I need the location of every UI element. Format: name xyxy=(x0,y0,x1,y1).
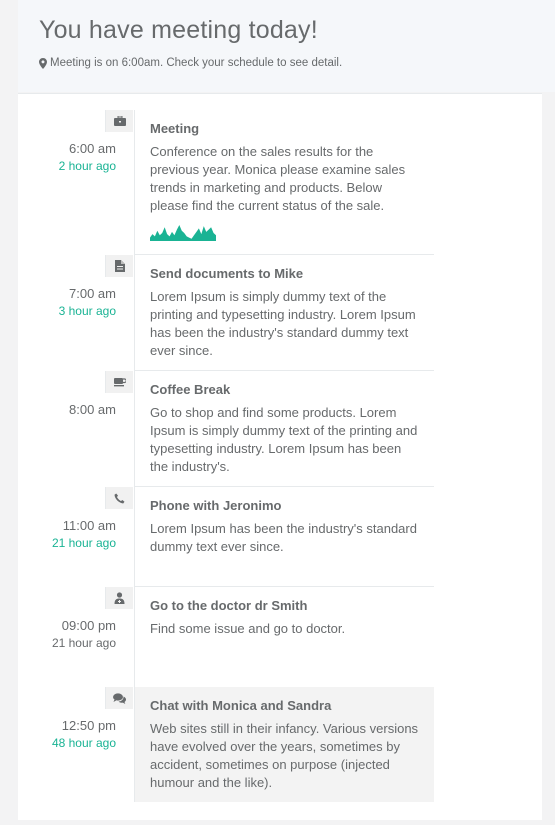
timeline-text: Lorem Ipsum is simply dummy text of the … xyxy=(150,289,416,358)
timeline-icon-box xyxy=(105,255,133,277)
time-label: 8:00 am xyxy=(69,402,116,417)
timeline-title: Go to the doctor dr Smith xyxy=(150,598,308,613)
timeline-icon-box xyxy=(105,587,133,609)
time-ago-label: 3 hour ago xyxy=(58,304,116,318)
time-label: 6:00 am xyxy=(69,141,116,156)
sales-sparkline xyxy=(150,225,216,241)
page-header: You have meeting today! Meeting is on 6:… xyxy=(18,0,555,92)
timeline-content: Coffee Break Go to shop and find some pr… xyxy=(134,371,434,487)
page-title: You have meeting today! xyxy=(39,16,318,44)
coffee-icon xyxy=(113,378,126,387)
timeline-title: Chat with Monica and Sandra xyxy=(150,698,332,713)
timeline-time: 12:50 pm 48 hour ago xyxy=(0,718,116,750)
timeline-icon-box xyxy=(105,110,133,132)
timeline-content: Go to the doctor dr Smith Find some issu… xyxy=(134,587,434,687)
timeline-title: Send documents to Mike xyxy=(150,266,304,281)
subtitle-text: Meeting is on 6:00am. Check your schedul… xyxy=(50,57,343,69)
timeline-time: 11:00 am 21 hour ago xyxy=(0,518,116,550)
sparkline-area xyxy=(150,225,216,241)
timeline-text: Web sites still in their infancy. Variou… xyxy=(150,721,419,790)
time-ago-label: 21 hour ago xyxy=(51,636,116,650)
timeline-icon-box xyxy=(105,487,133,509)
timeline-content: Meeting Conference on the sales results … xyxy=(134,110,434,255)
briefcase-icon xyxy=(113,116,126,126)
timeline-text: Lorem Ipsum has been the industry's stan… xyxy=(150,521,417,554)
timeline-time: 8:00 am xyxy=(0,402,116,417)
comments-icon xyxy=(113,692,126,704)
document-icon xyxy=(114,260,125,272)
map-marker-icon xyxy=(39,57,47,69)
timeline-title: Meeting xyxy=(150,121,200,136)
user-md-icon xyxy=(114,592,125,604)
timeline-panel: 6:00 am 2 hour ago Meeting Conference on… xyxy=(18,93,542,820)
time-label: 11:00 am xyxy=(62,518,116,533)
phone-icon xyxy=(114,493,125,503)
timeline-time: 09:00 pm 21 hour ago xyxy=(0,618,116,650)
timeline-content: Send documents to Mike Lorem Ipsum is si… xyxy=(134,255,434,371)
page-subtitle: Meeting is on 6:00am. Check your schedul… xyxy=(39,57,342,69)
timeline-content: Chat with Monica and Sandra Web sites st… xyxy=(134,687,434,802)
time-ago-label: 48 hour ago xyxy=(51,736,116,750)
timeline-text: Conference on the sales results for the … xyxy=(150,144,406,213)
timeline-title: Coffee Break xyxy=(150,382,231,397)
timeline-content: Phone with Jeronimo Lorem Ipsum has been… xyxy=(134,487,434,587)
time-label: 7:00 am xyxy=(69,286,116,301)
timeline-time: 7:00 am 3 hour ago xyxy=(0,286,116,318)
timeline-title: Phone with Jeronimo xyxy=(150,498,282,513)
timeline-icon-box xyxy=(105,371,133,393)
time-label: 09:00 pm xyxy=(61,618,116,633)
time-label: 12:50 pm xyxy=(61,718,116,733)
time-ago-label: 2 hour ago xyxy=(58,159,116,173)
timeline-time: 6:00 am 2 hour ago xyxy=(0,141,116,173)
timeline-icon-box xyxy=(105,687,133,709)
time-ago-label: 21 hour ago xyxy=(51,536,116,550)
timeline-text: Go to shop and find some products. Lorem… xyxy=(150,405,418,474)
timeline-text: Find some issue and go to doctor. xyxy=(150,621,346,636)
